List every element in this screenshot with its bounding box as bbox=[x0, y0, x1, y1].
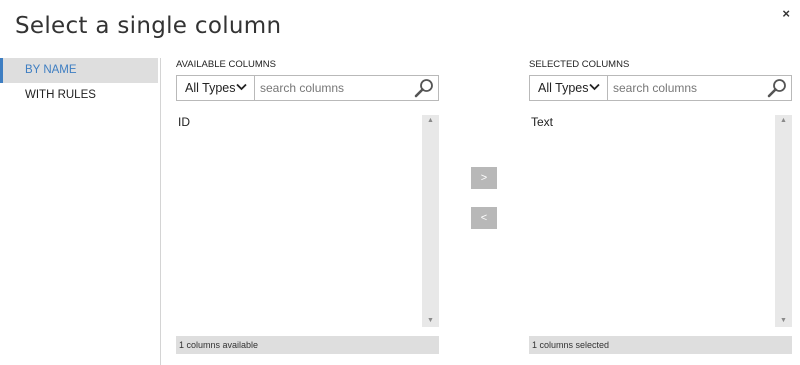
remove-column-button[interactable]: < bbox=[471, 207, 497, 229]
selected-search-input[interactable] bbox=[608, 76, 791, 100]
scroll-down-icon[interactable]: ▼ bbox=[422, 315, 439, 327]
close-icon[interactable]: × bbox=[782, 6, 790, 21]
selected-columns-label: SELECTED COLUMNS bbox=[529, 59, 630, 70]
selected-scrollbar[interactable]: ▲ ▼ bbox=[775, 115, 792, 327]
selected-status: 1 columns selected bbox=[529, 336, 792, 354]
search-icon[interactable] bbox=[413, 78, 435, 98]
available-filter-row: All Types bbox=[176, 75, 439, 101]
selected-type-select[interactable]: All Types bbox=[530, 76, 608, 100]
scroll-down-icon[interactable]: ▼ bbox=[775, 315, 792, 327]
chevron-down-icon bbox=[589, 82, 600, 94]
available-type-select[interactable]: All Types bbox=[177, 76, 255, 100]
selected-columns-panel: SELECTED COLUMNS All Types Text ▲ ▼ 1 co… bbox=[529, 58, 792, 354]
add-column-button[interactable]: > bbox=[471, 167, 497, 189]
available-type-select-value: All Types bbox=[185, 81, 236, 95]
scroll-up-icon[interactable]: ▲ bbox=[775, 115, 792, 127]
dialog-title: Select a single column bbox=[15, 13, 282, 39]
sidebar-item-with-rules[interactable]: WITH RULES bbox=[0, 83, 160, 108]
list-item[interactable]: Text bbox=[529, 115, 792, 129]
available-search-input[interactable] bbox=[255, 76, 438, 100]
available-scrollbar[interactable]: ▲ ▼ bbox=[422, 115, 439, 327]
available-status: 1 columns available bbox=[176, 336, 439, 354]
sidebar-item-by-name[interactable]: BY NAME bbox=[0, 58, 158, 83]
selected-search-box bbox=[608, 76, 791, 100]
available-search-box bbox=[255, 76, 438, 100]
search-icon[interactable] bbox=[766, 78, 788, 98]
sidebar: BY NAME WITH RULES bbox=[0, 58, 161, 365]
chevron-down-icon bbox=[236, 82, 247, 94]
list-item[interactable]: ID bbox=[176, 115, 439, 129]
scroll-up-icon[interactable]: ▲ bbox=[422, 115, 439, 127]
selected-columns-list[interactable]: Text ▲ ▼ bbox=[529, 115, 792, 327]
available-columns-panel: AVAILABLE COLUMNS All Types ID ▲ ▼ 1 col… bbox=[176, 58, 439, 354]
selected-type-select-value: All Types bbox=[538, 81, 589, 95]
selected-filter-row: All Types bbox=[529, 75, 792, 101]
available-columns-list[interactable]: ID ▲ ▼ bbox=[176, 115, 439, 327]
available-columns-label: AVAILABLE COLUMNS bbox=[176, 59, 276, 70]
